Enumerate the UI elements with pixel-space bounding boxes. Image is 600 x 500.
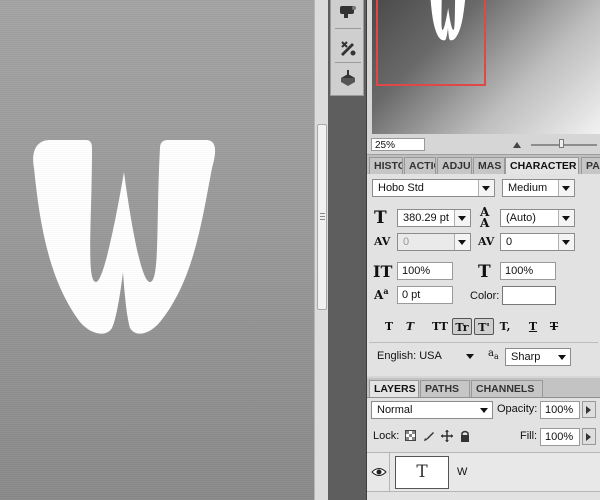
- fill-label: Fill:: [520, 430, 538, 442]
- tracking-dropdown[interactable]: 0: [500, 233, 575, 251]
- color-label: Color:: [470, 290, 500, 302]
- blend-mode-dropdown[interactable]: Normal: [371, 401, 493, 419]
- text-layer-thumbnail[interactable]: T: [395, 456, 449, 489]
- layer-row-divider: [389, 453, 390, 491]
- fill-slider-button[interactable]: [582, 428, 596, 445]
- layers-panel-tabs: LAYERS PATHS CHANNELS: [367, 378, 600, 398]
- chevron-down-icon: [558, 234, 574, 250]
- collapsed-tool-icons: [330, 0, 364, 96]
- chevron-down-icon: [454, 210, 470, 226]
- lock-image-icon[interactable]: [422, 429, 435, 442]
- faux-italic-button[interactable]: T: [400, 318, 420, 335]
- grip-line: [320, 216, 325, 217]
- chevron-down-icon: [478, 180, 494, 196]
- leading-icon: AA: [480, 205, 490, 230]
- font-size-dropdown[interactable]: 380.29 pt: [397, 209, 471, 227]
- grip-line: [320, 213, 325, 214]
- lock-position-icon[interactable]: [440, 429, 453, 442]
- tab-adjustments[interactable]: ADJU: [437, 157, 472, 174]
- zoom-level-field[interactable]: 25%: [371, 138, 425, 151]
- vertical-scale-icon: IT: [373, 262, 393, 281]
- tool-presets-icon[interactable]: [335, 36, 361, 60]
- language-value: English: USA: [377, 350, 442, 362]
- faux-bold-button[interactable]: T: [379, 318, 399, 335]
- scrollbar-thumb[interactable]: [317, 124, 327, 310]
- chevron-down-icon: [555, 349, 570, 365]
- tracking-icon: AV: [478, 235, 495, 248]
- canvas-vertical-scrollbar[interactable]: [314, 0, 329, 500]
- tab-masks[interactable]: MAS: [473, 157, 505, 174]
- all-caps-button[interactable]: TT: [428, 318, 452, 335]
- layer-row[interactable]: T W: [367, 452, 600, 492]
- font-style-value: Medium: [508, 182, 548, 194]
- clone-source-icon[interactable]: [335, 66, 361, 90]
- language-dropdown[interactable]: English: USA: [372, 348, 478, 366]
- opacity-label: Opacity:: [497, 403, 538, 415]
- font-family-value: Hobo Std: [378, 182, 424, 194]
- chevron-down-icon: [558, 180, 574, 196]
- font-family-dropdown[interactable]: Hobo Std: [372, 179, 495, 197]
- toolbox-divider: [335, 62, 361, 63]
- tab-character[interactable]: CHARACTER: [505, 157, 579, 174]
- chevron-down-icon: [454, 234, 470, 250]
- antialias-icon: aa: [488, 348, 499, 361]
- leading-dropdown[interactable]: (Auto): [500, 209, 575, 227]
- chevron-down-icon: [558, 210, 574, 226]
- tab-actions[interactable]: ACTIO: [404, 157, 436, 174]
- layer-visibility-eye-icon[interactable]: [371, 464, 387, 480]
- strikethrough-button[interactable]: T: [544, 318, 564, 335]
- document-canvas[interactable]: [0, 0, 314, 500]
- horizontal-scale-icon: T: [478, 262, 491, 282]
- zoom-slider-track[interactable]: [531, 144, 597, 146]
- character-panel-tabs: HISTO ACTIO ADJU MAS CHARACTER PA: [367, 155, 600, 175]
- baseline-shift-field[interactable]: 0 pt: [397, 286, 453, 304]
- font-style-dropdown[interactable]: Medium: [502, 179, 575, 197]
- grip-line: [320, 219, 325, 220]
- underline-button[interactable]: T: [523, 318, 543, 335]
- kerning-dropdown[interactable]: 0: [397, 233, 471, 251]
- next-layer-row: [367, 492, 600, 500]
- panel-divider: [369, 342, 598, 343]
- lock-all-icon[interactable]: [458, 429, 471, 442]
- navigator-zoom-bar: 25%: [367, 136, 600, 155]
- horizontal-scale-field[interactable]: 100%: [500, 262, 556, 280]
- tab-history[interactable]: HISTO: [369, 157, 403, 174]
- tracking-value: 0: [506, 236, 513, 248]
- vertical-scale-field[interactable]: 100%: [397, 262, 453, 280]
- layer-name[interactable]: W: [457, 466, 467, 478]
- antialias-icon-sub: a: [493, 352, 499, 361]
- small-caps-button[interactable]: Tr: [452, 318, 472, 335]
- font-size-value: 380.29 pt: [403, 212, 449, 224]
- superscript-button[interactable]: T': [474, 318, 494, 335]
- font-size-icon: T: [374, 208, 387, 228]
- tab-paragraph[interactable]: PA: [581, 157, 600, 174]
- baseline-shift-icon: Aa: [374, 286, 389, 302]
- opacity-slider-button[interactable]: [582, 401, 596, 418]
- text-color-swatch[interactable]: [502, 286, 556, 305]
- lock-transparent-icon[interactable]: [404, 429, 417, 442]
- tab-paths[interactable]: PATHS: [420, 380, 470, 397]
- leading-value: (Auto): [506, 212, 536, 224]
- kerning-value: 0: [403, 236, 410, 248]
- tab-layers[interactable]: LAYERS: [369, 380, 419, 397]
- antialias-dropdown[interactable]: Sharp: [505, 348, 571, 366]
- antialias-value: Sharp: [511, 351, 541, 363]
- navigator-view-box[interactable]: [376, 0, 486, 86]
- text-layer-glyph-w: [33, 140, 216, 334]
- lock-label: Lock:: [373, 430, 400, 442]
- chevron-down-icon: [463, 348, 478, 364]
- zoom-slider-thumb[interactable]: [559, 139, 564, 148]
- zoom-out-icon[interactable]: [513, 142, 521, 148]
- toolbox-divider: [335, 28, 361, 29]
- fill-field[interactable]: 100%: [540, 428, 580, 446]
- tab-channels[interactable]: CHANNELS: [471, 380, 543, 397]
- brush-presets-icon[interactable]: [335, 0, 361, 24]
- opacity-field[interactable]: 100%: [540, 401, 580, 419]
- kerning-icon: AV: [374, 235, 391, 248]
- chevron-down-icon: [477, 402, 492, 418]
- blend-mode-value: Normal: [377, 404, 413, 416]
- subscript-button[interactable]: T,: [495, 318, 515, 335]
